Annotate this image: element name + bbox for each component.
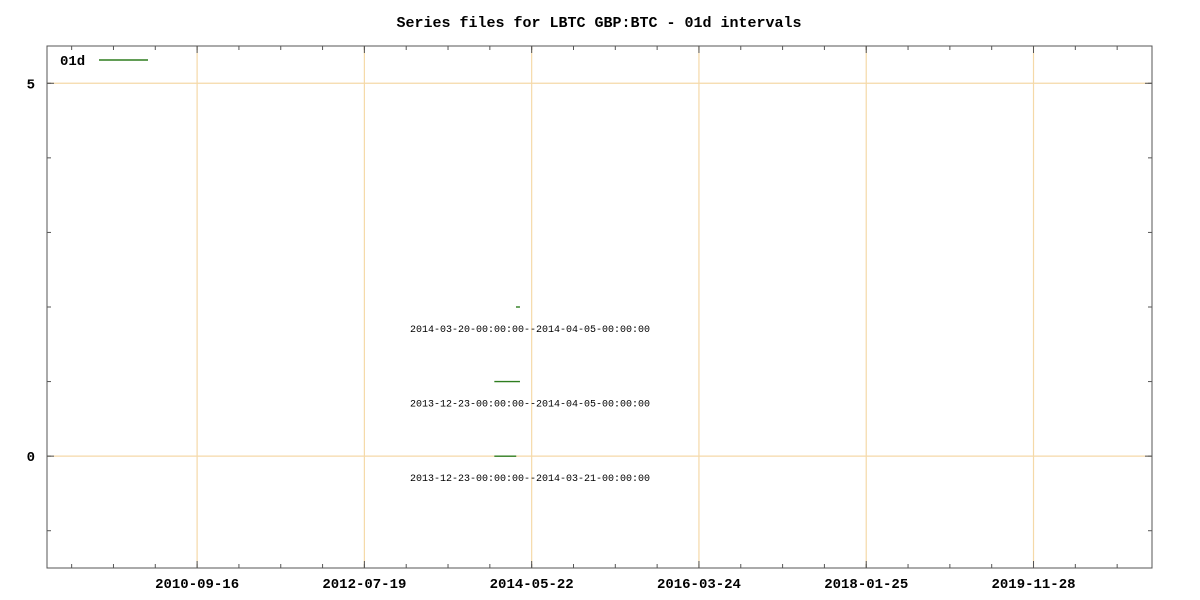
y-tick-label: 5 <box>27 77 35 93</box>
x-tick-label: 2016-03-24 <box>657 577 741 593</box>
plot-area-frame <box>46 45 1153 569</box>
x-tick-label: 2010-09-16 <box>155 577 239 593</box>
segment-label: 2014-03-20-00:00:00--2014-04-05-00:00:00 <box>410 325 650 336</box>
chart-title: Series files for LBTC GBP:BTC - 01d inte… <box>396 15 801 32</box>
y-tick-label: 0 <box>27 450 35 466</box>
y-axis-tick-labels: 05 <box>27 77 35 466</box>
series-segments: 2013-12-23-00:00:00--2014-03-21-00:00:00… <box>410 306 650 485</box>
legend-label: 01d <box>60 54 85 70</box>
legend: 01d <box>60 54 148 70</box>
x-tick-label: 2014-05-22 <box>490 577 574 593</box>
axis-ticks <box>47 46 1152 568</box>
segment-label: 2013-12-23-00:00:00--2014-04-05-00:00:00 <box>410 400 650 411</box>
grid-lines <box>47 46 1152 568</box>
segment-label: 2013-12-23-00:00:00--2014-03-21-00:00:00 <box>410 474 650 485</box>
x-tick-label: 2019-11-28 <box>992 577 1076 593</box>
series-chart: Series files for LBTC GBP:BTC - 01d inte… <box>27 15 1153 593</box>
x-tick-label: 2012-07-19 <box>322 577 406 593</box>
x-axis-tick-labels: 2010-09-16 2012-07-19 2014-05-22 2016-03-24… <box>155 577 1075 593</box>
x-tick-label: 2018-01-25 <box>824 577 908 593</box>
